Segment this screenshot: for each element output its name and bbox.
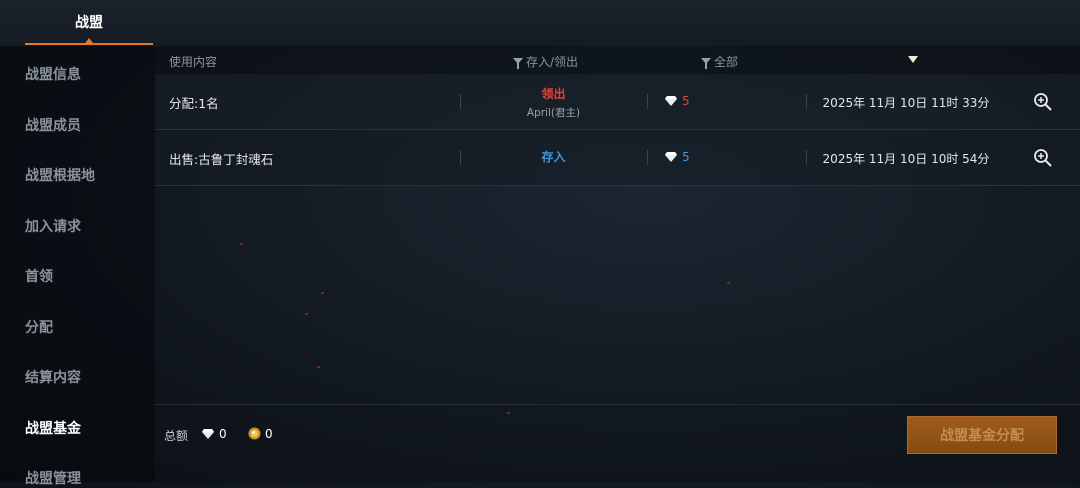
ember-particle bbox=[317, 366, 320, 368]
row-user: April(君主) bbox=[526, 107, 581, 119]
sidebar-item-alliance-base[interactable]: 战盟根据地 bbox=[25, 165, 95, 185]
sidebar-item-alliance-members[interactable]: 战盟成员 bbox=[25, 115, 81, 135]
top-bar: 战盟 bbox=[0, 0, 1080, 46]
diamond-icon bbox=[665, 96, 677, 106]
diamond-icon bbox=[665, 152, 677, 162]
sidebar-item-settlement[interactable]: 结算内容 bbox=[25, 367, 81, 387]
divider bbox=[647, 150, 648, 165]
tab-underline bbox=[25, 43, 153, 45]
row-content: 分配:1名 bbox=[169, 96, 219, 111]
ember-particle bbox=[507, 412, 510, 414]
divider bbox=[647, 94, 648, 109]
fund-distribute-label: 战盟基金分配 bbox=[940, 428, 1024, 444]
magnify-icon[interactable] bbox=[1033, 92, 1053, 112]
header-content-label: 使用内容 bbox=[169, 55, 218, 69]
row-amount: 5 bbox=[682, 94, 690, 108]
sidebar-item-alliance-info[interactable]: 战盟信息 bbox=[25, 64, 81, 84]
ember-particle bbox=[321, 292, 324, 294]
diamond-total: 0 bbox=[219, 427, 227, 441]
table-row: 分配:1名 领出 April(君主) 5 2025年 11月 10日 11时 3… bbox=[155, 74, 1080, 130]
sidebar-item-boss[interactable]: 首领 bbox=[25, 266, 53, 286]
row-type: 领出 bbox=[541, 87, 566, 101]
fund-distribute-button[interactable]: 战盟基金分配 bbox=[907, 416, 1057, 454]
row-time: 2025年 11月 10日 10时 54分 bbox=[822, 152, 990, 166]
filter-icon bbox=[513, 57, 523, 69]
filter-icon bbox=[701, 57, 711, 69]
row-content: 出售:古鲁丁封魂石 bbox=[169, 152, 274, 167]
row-type: 存入 bbox=[541, 150, 566, 164]
footer-divider bbox=[155, 404, 1080, 405]
total-label: 总额 bbox=[164, 429, 189, 443]
sidebar-item-join-requests[interactable]: 加入请求 bbox=[25, 216, 81, 236]
gold-coin-icon bbox=[248, 427, 261, 440]
currency-filter[interactable]: 全部 bbox=[701, 53, 738, 70]
row-time: 2025年 11月 10日 11时 33分 bbox=[822, 96, 990, 110]
fund-log-panel: 使用内容 存入/领出 全部 分配:1名 领出 April(君主) 5 2025年… bbox=[155, 46, 1080, 482]
magnify-icon[interactable] bbox=[1033, 148, 1053, 168]
gold-total: 0 bbox=[265, 427, 273, 441]
tab-caret-icon bbox=[85, 38, 93, 43]
sidebar-item-distribution[interactable]: 分配 bbox=[25, 317, 53, 337]
row-amount: 5 bbox=[682, 150, 690, 164]
header-content: 使用内容 bbox=[169, 53, 217, 70]
ember-particle bbox=[727, 282, 730, 284]
ember-particle bbox=[240, 243, 243, 245]
type-filter-label: 存入/领出 bbox=[526, 55, 579, 69]
sidebar-item-alliance-management[interactable]: 战盟管理 bbox=[25, 468, 81, 488]
ember-particle bbox=[305, 313, 308, 315]
sidebar-item-alliance-fund[interactable]: 战盟基金 bbox=[25, 418, 81, 438]
type-filter[interactable]: 存入/领出 bbox=[513, 53, 578, 70]
currency-filter-label: 全部 bbox=[714, 55, 739, 69]
table-row: 出售:古鲁丁封魂石 存入 5 2025年 11月 10日 10时 54分 bbox=[155, 130, 1080, 186]
diamond-icon bbox=[202, 429, 214, 439]
dropdown-arrow-icon[interactable] bbox=[908, 56, 918, 63]
sidebar: 战盟信息 战盟成员 战盟根据地 加入请求 首领 分配 结算内容 战盟基金 战盟管… bbox=[0, 46, 155, 487]
table-header: 使用内容 存入/领出 全部 bbox=[155, 46, 1080, 74]
